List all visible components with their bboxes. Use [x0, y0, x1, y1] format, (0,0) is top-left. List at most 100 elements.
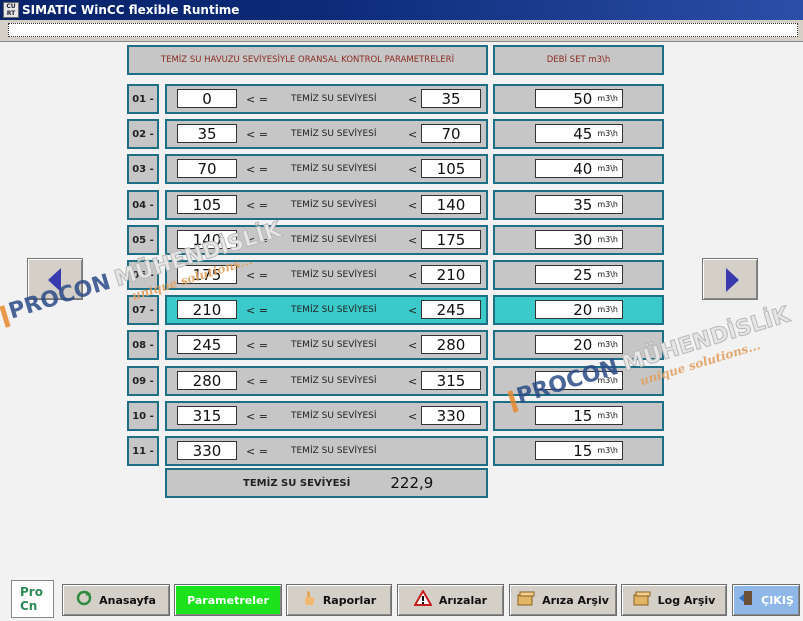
range-low-input[interactable]: 245: [177, 335, 237, 354]
refresh-icon: [76, 590, 92, 610]
exit-button[interactable]: ÇIKIŞ: [732, 584, 800, 616]
range-low-input[interactable]: 70: [177, 159, 237, 178]
range-low-input[interactable]: 140: [177, 230, 237, 249]
range-high-input[interactable]: 35: [421, 89, 481, 108]
reports-button[interactable]: Raporlar: [286, 584, 392, 616]
range-high-input[interactable]: 315: [421, 371, 481, 390]
row-number: 05 -: [127, 225, 159, 255]
lt-symbol: <: [408, 234, 418, 247]
row-number: 07 -: [127, 295, 159, 325]
bottom-toolbar: Pro Cn Anasayfa Parametreler Raporlar Ar…: [0, 574, 803, 621]
parameters-button-label: Parametreler: [187, 593, 269, 607]
level-label: TEMİZ SU SEVİYESİ: [291, 270, 377, 280]
log-archive-button-label: Log Arşiv: [657, 593, 716, 607]
exit-button-label: ÇIKIŞ: [761, 593, 794, 607]
lt-symbol: <: [408, 199, 418, 212]
flow-setpoint-input[interactable]: m3\h: [535, 371, 623, 390]
lt-symbol: <: [408, 339, 418, 352]
hand-pointer-icon: [302, 590, 316, 610]
current-level-label: TEMİZ SU SEVİYESİ: [243, 477, 351, 489]
reports-button-label: Raporlar: [322, 593, 377, 607]
exit-door-icon: [738, 590, 754, 610]
flow-setpoint-input[interactable]: 15 m3\h: [535, 406, 623, 425]
flow-row: 40 m3\h: [493, 154, 664, 184]
log-archive-button[interactable]: Log Arşiv: [621, 584, 727, 616]
row-number: 08 -: [127, 330, 159, 360]
main-area: TEMİZ SU HAVUZU SEVİYESİYLE ORANSAL KONT…: [0, 42, 803, 574]
prev-page-button[interactable]: [27, 258, 83, 300]
range-low-input[interactable]: 330: [177, 441, 237, 460]
flow-setpoint-input[interactable]: 20 m3\h: [535, 335, 623, 354]
range-high-input[interactable]: 140: [421, 195, 481, 214]
range-row: 330 < = TEMİZ SU SEVİYESİ: [165, 436, 488, 466]
level-label: TEMİZ SU SEVİYESİ: [291, 446, 377, 456]
flow-setpoint-input[interactable]: 30 m3\h: [535, 230, 623, 249]
level-label: TEMİZ SU SEVİYESİ: [291, 129, 377, 139]
parameters-button[interactable]: Parametreler: [174, 584, 282, 616]
row-number: 10 -: [127, 401, 159, 431]
flow-setpoint-input[interactable]: 25 m3\h: [535, 265, 623, 284]
flow-setpoint-input[interactable]: 45 m3\h: [535, 124, 623, 143]
flow-row: 25 m3\h: [493, 260, 664, 290]
le-symbol: < =: [246, 163, 268, 176]
arrow-left-icon: [48, 268, 61, 292]
home-button[interactable]: Anasayfa: [62, 584, 170, 616]
row-number: 06 -: [127, 260, 159, 290]
le-symbol: < =: [246, 304, 268, 317]
range-high-input[interactable]: 175: [421, 230, 481, 249]
range-row: 0 < = TEMİZ SU SEVİYESİ < 35: [165, 84, 488, 114]
range-high-input[interactable]: 105: [421, 159, 481, 178]
range-row: 35 < = TEMİZ SU SEVİYESİ < 70: [165, 119, 488, 149]
level-label: TEMİZ SU SEVİYESİ: [291, 200, 377, 210]
param-header-label: TEMİZ SU HAVUZU SEVİYESİYLE ORANSAL KONT…: [160, 55, 455, 65]
range-high-input[interactable]: 70: [421, 124, 481, 143]
flow-row: 30 m3\h: [493, 225, 664, 255]
alarm-archive-button[interactable]: Arıza Arşiv: [509, 584, 617, 616]
flow-setpoint-input[interactable]: 15 m3\h: [535, 441, 623, 460]
lt-symbol: <: [408, 163, 418, 176]
range-low-input[interactable]: 35: [177, 124, 237, 143]
range-high-input[interactable]: 245: [421, 300, 481, 319]
menu-strip-field[interactable]: [8, 23, 798, 37]
range-low-input[interactable]: 315: [177, 406, 237, 425]
range-low-input[interactable]: 175: [177, 265, 237, 284]
flow-row: 15 m3\h: [493, 401, 664, 431]
flow-setpoint-input[interactable]: 35 m3\h: [535, 195, 623, 214]
level-label: TEMİZ SU SEVİYESİ: [291, 164, 377, 174]
archive-box-icon: [633, 590, 651, 610]
menu-strip: [0, 20, 803, 42]
range-low-input[interactable]: 0: [177, 89, 237, 108]
flow-row: 45 m3\h: [493, 119, 664, 149]
level-label: TEMİZ SU SEVİYESİ: [291, 411, 377, 421]
range-low-input[interactable]: 105: [177, 195, 237, 214]
le-symbol: < =: [246, 445, 268, 458]
flow-setpoint-input[interactable]: 50 m3\h: [535, 89, 623, 108]
warning-icon: [413, 588, 433, 610]
row-number: 11 -: [127, 436, 159, 466]
range-high-input[interactable]: 330: [421, 406, 481, 425]
home-button-label: Anasayfa: [99, 593, 156, 607]
lt-symbol: <: [408, 375, 418, 388]
flow-header-label: DEBİ SET m3\h: [546, 55, 611, 65]
le-symbol: < =: [246, 375, 268, 388]
window-titlebar: CU RT SIMATIC WinCC flexible Runtime: [0, 0, 803, 20]
range-row: 140 < = TEMİZ SU SEVİYESİ < 175: [165, 225, 488, 255]
alarms-button[interactable]: Arızalar: [397, 584, 504, 616]
flow-row: 20 m3\h: [493, 330, 664, 360]
le-symbol: < =: [246, 234, 268, 247]
procon-logo: Pro Cn: [11, 580, 54, 618]
lt-symbol: <: [408, 128, 418, 141]
next-page-button[interactable]: [702, 258, 758, 300]
archive-box-icon: [517, 590, 535, 610]
range-low-input[interactable]: 280: [177, 371, 237, 390]
current-level-value: 222,9: [390, 474, 434, 492]
range-low-input[interactable]: 210: [177, 300, 237, 319]
flow-setpoint-input[interactable]: 40 m3\h: [535, 159, 623, 178]
flow-setpoint-input[interactable]: 20 m3\h: [535, 300, 623, 319]
level-label: TEMİZ SU SEVİYESİ: [291, 305, 377, 315]
app-icon: CU RT: [3, 2, 19, 18]
range-high-input[interactable]: 280: [421, 335, 481, 354]
row-number: 04 -: [127, 190, 159, 220]
range-high-input[interactable]: 210: [421, 265, 481, 284]
lt-symbol: <: [408, 269, 418, 282]
